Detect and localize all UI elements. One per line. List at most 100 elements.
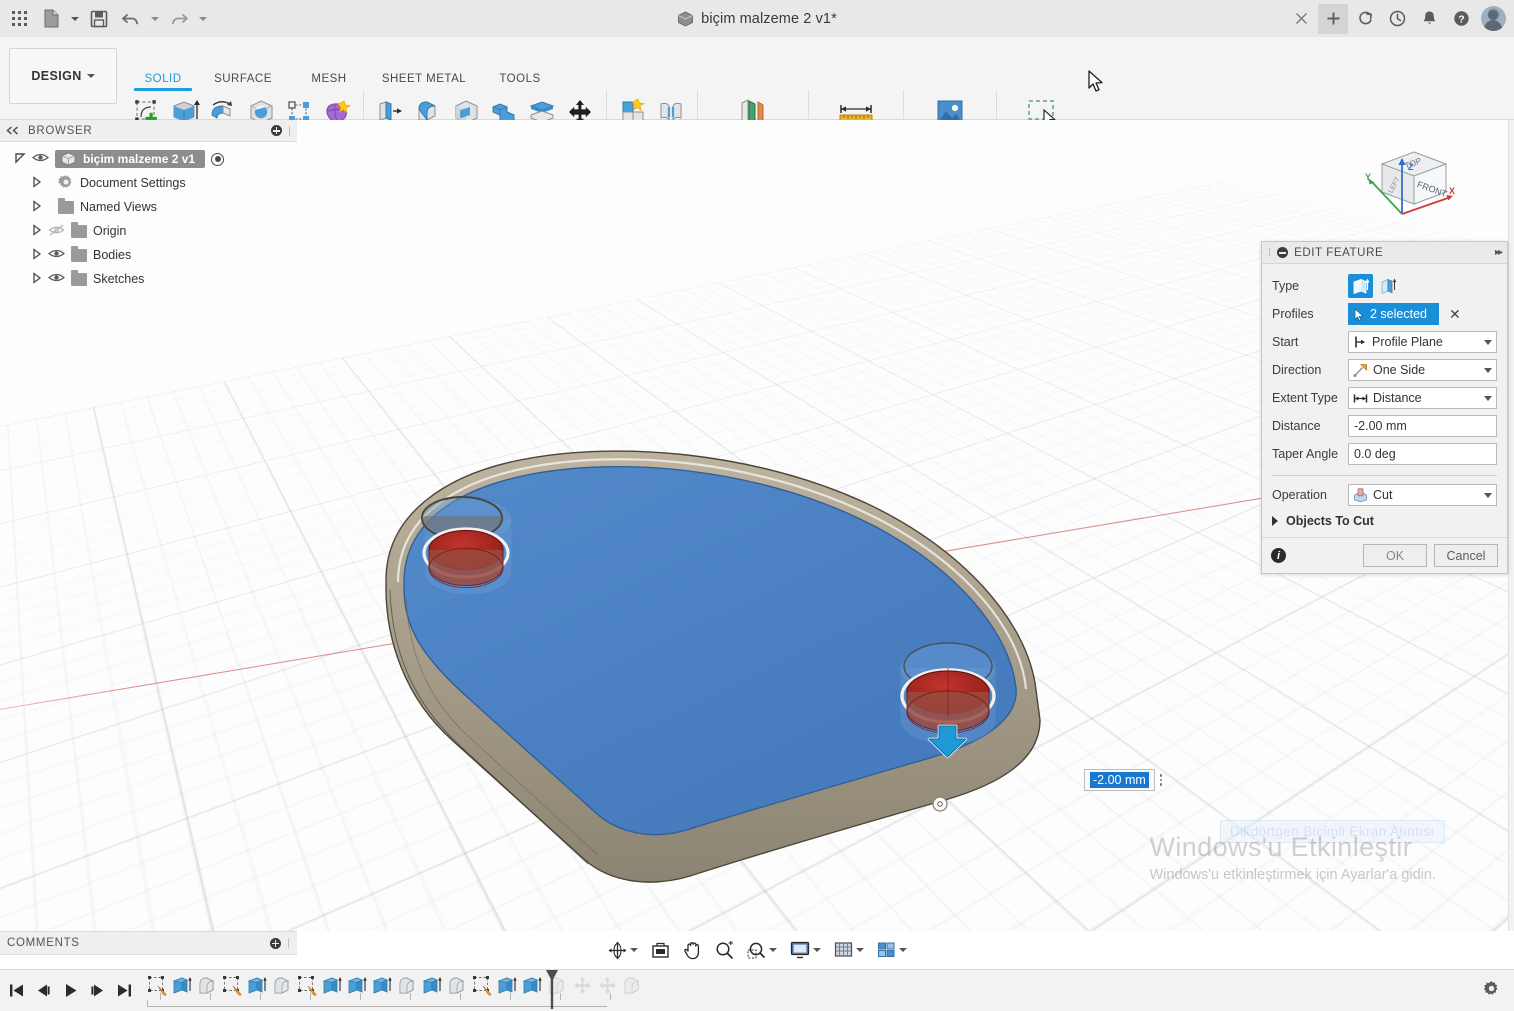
direction-select[interactable]: One Side bbox=[1348, 359, 1497, 381]
save-button[interactable] bbox=[84, 4, 114, 34]
timeline-step-back-button[interactable] bbox=[31, 976, 56, 1006]
account-button[interactable] bbox=[1478, 4, 1508, 34]
display-settings-button[interactable] bbox=[785, 935, 826, 965]
fit-button[interactable] bbox=[742, 935, 782, 965]
dialog-grip[interactable]: ⁞ bbox=[1268, 247, 1271, 259]
timeline-feature-fillet[interactable] bbox=[620, 973, 645, 998]
cancel-button[interactable]: Cancel bbox=[1434, 544, 1498, 567]
dimension-input-box[interactable]: -2.00 mm bbox=[1084, 769, 1155, 791]
timeline-feature-extrude[interactable] bbox=[520, 973, 545, 998]
timeline-feature-sketch[interactable] bbox=[220, 973, 245, 998]
comments-grip[interactable]: | bbox=[287, 937, 290, 949]
timeline-feature-extrude[interactable] bbox=[320, 973, 345, 998]
timeline-feature-extrude[interactable] bbox=[495, 973, 520, 998]
browser-item-sketches[interactable]: Sketches bbox=[0, 267, 297, 291]
visibility-eye-off-icon[interactable] bbox=[48, 224, 65, 239]
timeline-end-button[interactable] bbox=[112, 976, 137, 1006]
start-select[interactable]: Profile Plane bbox=[1348, 331, 1497, 353]
dimension-input-badge[interactable]: -2.00 mm bbox=[1084, 769, 1162, 791]
tab-mesh[interactable]: MESH bbox=[290, 73, 368, 85]
timeline-feature-fillet[interactable] bbox=[270, 973, 295, 998]
browser-item-document-settings[interactable]: Document Settings bbox=[0, 171, 297, 195]
redo-dropdown-button[interactable] bbox=[196, 4, 210, 34]
timeline-feature-sketch[interactable] bbox=[295, 973, 320, 998]
timeline-feature-extrude[interactable] bbox=[420, 973, 445, 998]
browser-minimize-icon[interactable] bbox=[271, 125, 282, 136]
dialog-expand-icon[interactable]: ▸▸ bbox=[1495, 247, 1501, 258]
tab-surface[interactable]: SURFACE bbox=[196, 73, 290, 85]
taper-angle-input[interactable]: 0.0 deg bbox=[1348, 443, 1497, 465]
recent-button[interactable] bbox=[1382, 4, 1412, 34]
expand-icon[interactable] bbox=[32, 224, 42, 239]
timeline-feature-move[interactable] bbox=[595, 973, 620, 998]
expand-icon[interactable] bbox=[32, 176, 42, 191]
timeline-feature-extrude[interactable] bbox=[370, 973, 395, 998]
profiles-clear-button[interactable]: ✕ bbox=[1449, 307, 1461, 321]
timeline-feature-sketch[interactable] bbox=[145, 973, 170, 998]
pan-button[interactable] bbox=[678, 935, 707, 965]
timeline-feature-extrude[interactable] bbox=[245, 973, 270, 998]
type-option-thin-button[interactable] bbox=[1376, 274, 1401, 298]
dialog-collapse-icon[interactable] bbox=[1277, 247, 1288, 258]
extent-type-select[interactable]: Distance bbox=[1348, 387, 1497, 409]
visibility-eye-icon[interactable] bbox=[48, 248, 65, 262]
orbit-button[interactable] bbox=[603, 935, 643, 965]
tab-solid[interactable]: SOLID bbox=[130, 73, 196, 91]
distance-input[interactable]: -2.00 mm bbox=[1348, 415, 1497, 437]
timeline-feature-fillet[interactable] bbox=[445, 973, 470, 998]
objects-to-cut-section[interactable]: Objects To Cut bbox=[1272, 509, 1497, 533]
browser-item-named-views[interactable]: Named Views bbox=[0, 195, 297, 219]
redo-button[interactable] bbox=[164, 4, 194, 34]
undo-dropdown-button[interactable] bbox=[148, 4, 162, 34]
timeline-track[interactable] bbox=[145, 970, 1483, 1011]
browser-item-origin[interactable]: Origin bbox=[0, 219, 297, 243]
visibility-eye-icon[interactable] bbox=[48, 272, 65, 286]
timeline-feature-move[interactable] bbox=[570, 973, 595, 998]
browser-root-chip[interactable]: biçim malzeme 2 v1 bbox=[55, 150, 205, 168]
browser-item-bodies[interactable]: Bodies bbox=[0, 243, 297, 267]
timeline-feature-fillet[interactable] bbox=[195, 973, 220, 998]
file-button[interactable] bbox=[36, 4, 66, 34]
browser-grip[interactable]: | bbox=[288, 125, 291, 137]
add-comment-button[interactable] bbox=[270, 938, 281, 949]
visibility-eye-icon[interactable] bbox=[32, 152, 49, 166]
timeline-play-button[interactable] bbox=[58, 976, 83, 1006]
dialog-header[interactable]: ⁞ EDIT FEATURE ▸▸ bbox=[1262, 242, 1507, 264]
timeline-marker[interactable] bbox=[544, 969, 560, 1011]
tab-sheet-metal[interactable]: SHEET METAL bbox=[368, 73, 480, 85]
timeline-begin-button[interactable] bbox=[4, 976, 29, 1006]
type-option-solid-button[interactable] bbox=[1348, 274, 1373, 298]
help-button[interactable]: ? bbox=[1446, 4, 1476, 34]
browser-collapse-icon[interactable] bbox=[6, 122, 19, 140]
timeline-feature-extrude[interactable] bbox=[170, 973, 195, 998]
app-grid-button[interactable] bbox=[4, 4, 34, 34]
timeline-settings-button[interactable] bbox=[1483, 980, 1514, 1002]
timeline-feature-extrude[interactable] bbox=[345, 973, 370, 998]
close-tab-button[interactable] bbox=[1286, 4, 1316, 34]
zoom-button[interactable] bbox=[710, 935, 739, 965]
undo-button[interactable] bbox=[116, 4, 146, 34]
profiles-selection-chip[interactable]: 2 selected bbox=[1348, 303, 1439, 325]
dimension-handle[interactable] bbox=[933, 797, 947, 811]
expand-collapse-icon[interactable] bbox=[14, 152, 26, 167]
timeline-feature-fillet[interactable] bbox=[395, 973, 420, 998]
new-tab-button[interactable] bbox=[1318, 4, 1348, 34]
expand-icon[interactable] bbox=[32, 200, 42, 215]
browser-root-row[interactable]: biçim malzeme 2 v1 bbox=[0, 147, 297, 171]
viewports-button[interactable] bbox=[872, 935, 912, 965]
file-dropdown-button[interactable] bbox=[68, 4, 82, 34]
timeline-step-forward-button[interactable] bbox=[85, 976, 110, 1006]
look-at-button[interactable] bbox=[646, 935, 675, 965]
dimension-options-icon[interactable] bbox=[1160, 774, 1163, 786]
ok-button[interactable]: OK bbox=[1363, 544, 1427, 567]
dimension-value[interactable]: -2.00 mm bbox=[1090, 772, 1149, 788]
tab-tools[interactable]: TOOLS bbox=[480, 73, 560, 85]
component-activate-radio[interactable] bbox=[211, 153, 224, 166]
notifications-button[interactable] bbox=[1414, 4, 1444, 34]
view-cube[interactable]: TOP FRONT LEFT Z X Y bbox=[1352, 142, 1456, 238]
expand-icon[interactable] bbox=[32, 272, 42, 287]
operation-select[interactable]: Cut bbox=[1348, 484, 1497, 506]
info-icon[interactable]: i bbox=[1271, 548, 1286, 563]
comments-bar[interactable]: COMMENTS | bbox=[0, 931, 297, 955]
refresh-button[interactable] bbox=[1350, 4, 1380, 34]
